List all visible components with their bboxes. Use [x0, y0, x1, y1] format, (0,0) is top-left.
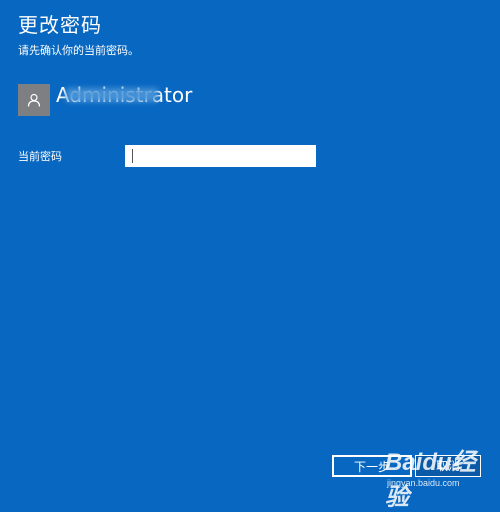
current-password-input[interactable]: [125, 145, 316, 167]
cancel-button[interactable]: 取消: [415, 455, 481, 477]
account-row: Administrator: [18, 84, 192, 118]
avatar: [18, 84, 50, 116]
page-title: 更改密码: [18, 13, 102, 37]
current-password-label: 当前密码: [18, 150, 62, 163]
next-button[interactable]: 下一步: [332, 455, 412, 477]
user-silhouette-icon: [27, 93, 41, 107]
watermark-logo: Baidu经验: [385, 449, 476, 511]
page-subtitle: 请先确认你的当前密码。: [18, 44, 139, 57]
watermark-url: jingyan.baidu.com: [387, 478, 460, 488]
text-caret: [132, 149, 133, 163]
account-username: Administrator: [56, 84, 192, 106]
username-redaction: [66, 88, 158, 102]
